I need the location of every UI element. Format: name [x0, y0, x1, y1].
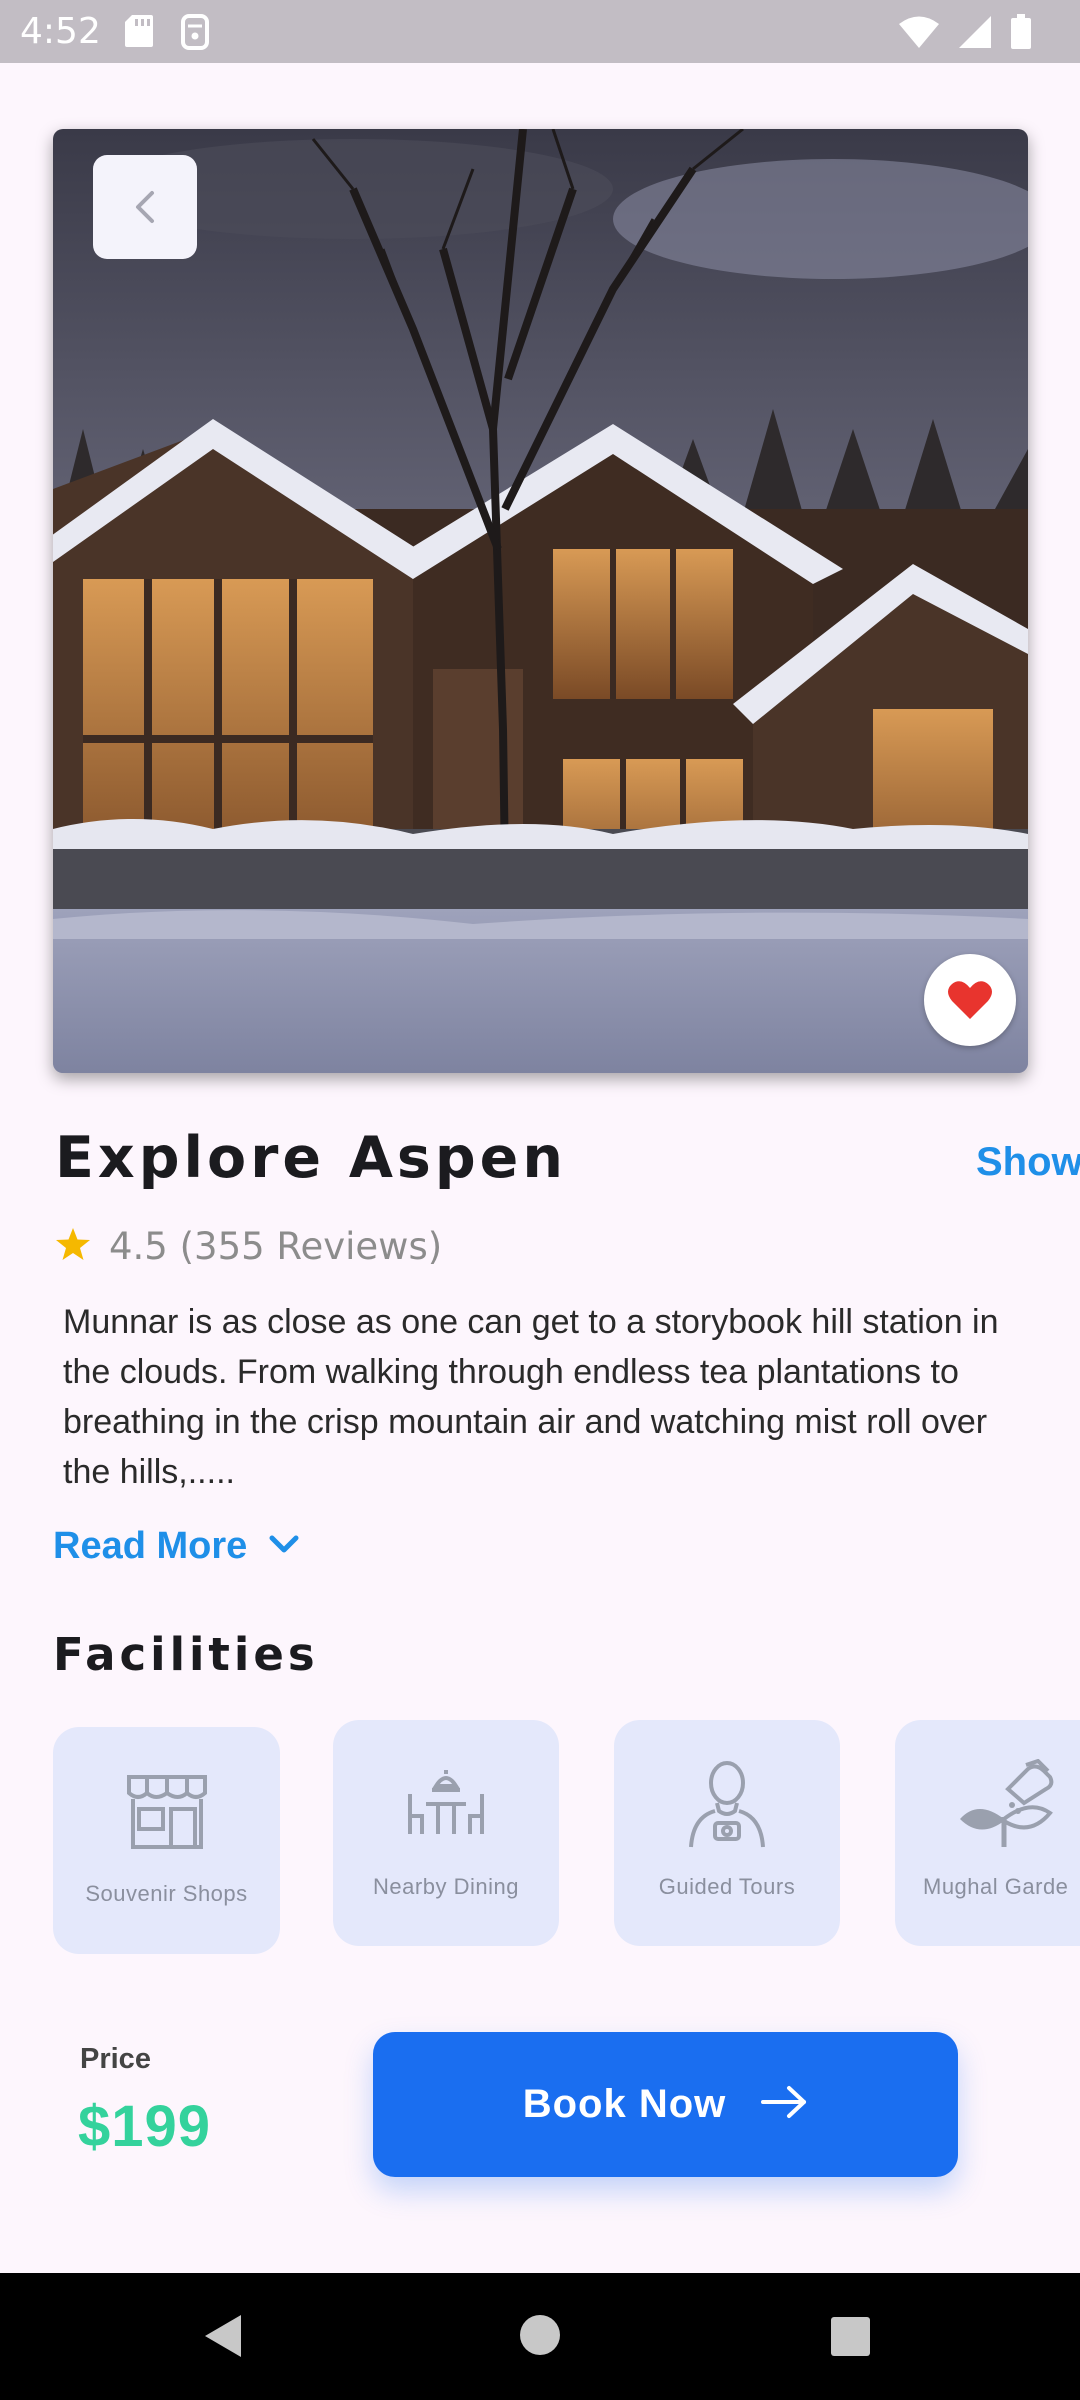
wifi-icon [898, 15, 940, 54]
facility-label: Nearby Dining [373, 1874, 519, 1899]
back-button[interactable] [93, 155, 197, 259]
price-value: $199 [78, 2094, 212, 2159]
rating-text: 4.5 (355 Reviews) [109, 1225, 442, 1268]
facility-label: Guided Tours [658, 1874, 796, 1899]
facility-card-nearby-dining[interactable]: Nearby Dining [333, 1720, 559, 1946]
nav-back-icon[interactable] [203, 2313, 243, 2364]
read-more-label: Read More [53, 1525, 248, 1567]
book-now-label: Book Now [522, 2082, 727, 2126]
destination-title: Explore Aspen [55, 1125, 567, 1191]
dining-icon [404, 1754, 488, 1854]
facility-label: Souvenir Shops [85, 1881, 248, 1906]
status-bar: 4:52 [0, 0, 1080, 63]
facility-card-mughal-garden[interactable]: Mughal Garde [895, 1720, 1080, 1946]
show-map-link[interactable]: Show [976, 1140, 1080, 1185]
read-more-button[interactable]: Read More [53, 1525, 299, 1568]
description: Munnar is as close as one can get to a s… [63, 1303, 999, 1491]
chevron-left-icon [132, 189, 158, 225]
status-time: 4:52 [20, 11, 101, 52]
battery-icon [1010, 14, 1032, 55]
hero-image [53, 129, 1028, 1073]
guide-icon [685, 1754, 769, 1854]
nav-recents-icon[interactable] [831, 2317, 870, 2356]
chevron-down-icon [269, 1534, 299, 1559]
cell-signal-icon [958, 15, 992, 54]
star-icon [55, 1227, 91, 1266]
garden-icon [958, 1754, 1054, 1854]
favorite-button[interactable] [924, 954, 1016, 1046]
price-label: Price [80, 2043, 151, 2075]
nav-home-icon[interactable] [520, 2315, 560, 2355]
review-count: (355 Reviews) [179, 1225, 443, 1268]
book-now-button[interactable]: Book Now [373, 2032, 958, 2177]
rating-value: 4.5 [109, 1225, 168, 1268]
flashlight-icon [180, 14, 210, 55]
facilities-title: Facilities [53, 1628, 319, 1681]
facility-card-guided-tours[interactable]: Guided Tours [614, 1720, 840, 1946]
heart-icon [947, 979, 993, 1021]
rating: 4.5 (355 Reviews) [55, 1225, 442, 1268]
facility-card-souvenir-shops[interactable]: Souvenir Shops [53, 1727, 280, 1954]
system-navigation-bar [0, 2273, 1080, 2400]
destination-detail-screen: 4:52 Explore Aspen Show 4.5 (355 Reviews… [0, 0, 1080, 2400]
facility-label: Mughal Garde [923, 1874, 1069, 1899]
arrow-right-icon [760, 2084, 808, 2125]
sd-card-icon [124, 14, 154, 55]
shop-icon [125, 1761, 209, 1861]
cabin-photo [53, 129, 1028, 1073]
